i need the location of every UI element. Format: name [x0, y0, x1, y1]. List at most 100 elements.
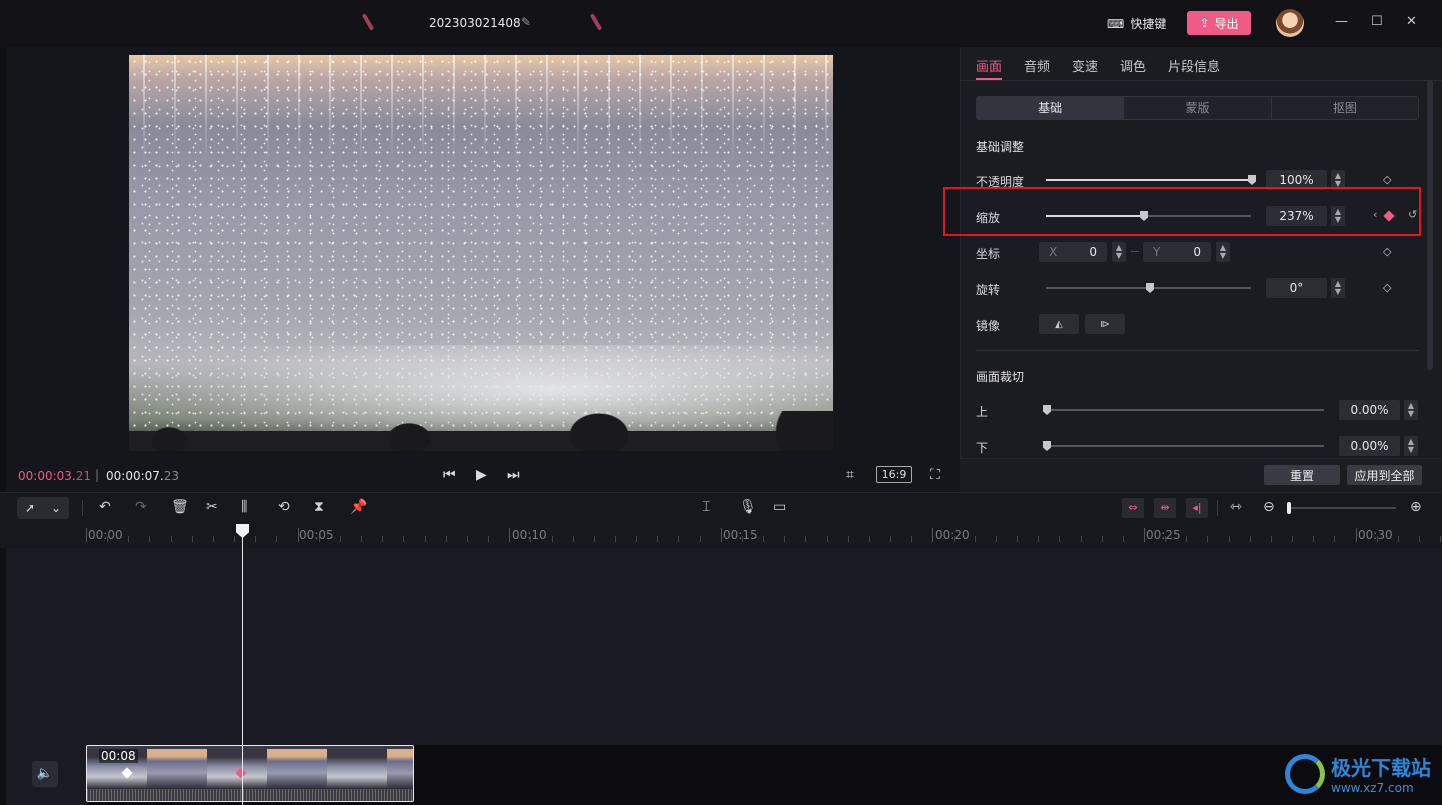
video-preview[interactable]: [129, 55, 833, 451]
close-icon[interactable]: ✕: [1406, 14, 1417, 29]
ruler-tick: [488, 536, 489, 542]
ruler-tick: [1419, 536, 1420, 542]
reset-button[interactable]: 重置: [1264, 465, 1340, 485]
flip-vertical-icon[interactable]: ⧐: [1085, 314, 1125, 334]
tab-picture[interactable]: 画面: [976, 56, 1002, 75]
watermark-url: www.xz7.com: [1331, 781, 1414, 795]
redo-icon[interactable]: ↷: [135, 499, 147, 515]
audio-link-icon[interactable]: ◂|: [1186, 498, 1208, 518]
clip-thumbnail: [147, 749, 207, 789]
keyframe-diamond-icon[interactable]: ◇: [1383, 173, 1391, 186]
rotation-stepper[interactable]: ▲ ▼: [1331, 278, 1345, 298]
minimize-icon[interactable]: —: [1335, 14, 1348, 29]
ruler-tick: [805, 536, 806, 542]
avatar[interactable]: [1276, 9, 1304, 37]
keyframe-diamond-icon[interactable]: ◇: [1383, 245, 1391, 258]
subtab-basic[interactable]: 基础: [977, 97, 1125, 119]
clip-thumbnail: [267, 749, 327, 789]
rotation-label: 旋转: [976, 283, 1001, 297]
crop-top-value[interactable]: 0.00%: [1339, 400, 1400, 420]
shortcut-button[interactable]: ⌨ 快捷键: [1107, 15, 1166, 32]
mirror-icon[interactable]: ⧗: [314, 499, 324, 515]
ruler-tick: [573, 536, 574, 542]
ruler-tick: [615, 536, 616, 542]
ruler-tick: [1123, 536, 1124, 542]
position-y-stepper[interactable]: ▲ ▼: [1216, 242, 1230, 262]
position-label: 坐标: [976, 247, 1001, 261]
delete-icon[interactable]: 🗑: [171, 499, 189, 515]
ruler-tick: [467, 536, 468, 542]
mirror-label: 镜像: [976, 319, 1001, 333]
tab-speed[interactable]: 变速: [1072, 56, 1098, 75]
tab-audio[interactable]: 音频: [1024, 56, 1050, 75]
zoom-in-icon[interactable]: ⊕: [1410, 499, 1422, 515]
position-y-field[interactable]: Y0: [1143, 242, 1211, 262]
ruler-tick: [1440, 536, 1441, 542]
edit-title-icon[interactable]: ✎: [521, 15, 531, 29]
ruler-tick: [552, 536, 553, 542]
zoom-thumb[interactable]: [1287, 502, 1291, 514]
ruler-tick: [1334, 536, 1335, 542]
next-frame-icon[interactable]: ⏭: [507, 467, 520, 483]
ruler-tick: [1398, 536, 1399, 542]
tab-color[interactable]: 调色: [1120, 56, 1146, 75]
panel-scrollbar[interactable]: [1427, 80, 1433, 370]
ruler-tick: [1144, 528, 1145, 542]
crop-top-slider[interactable]: [1046, 409, 1324, 411]
snap-link-icon[interactable]: ⇔: [1122, 498, 1144, 518]
freeze-frame-icon[interactable]: ⫼: [241, 499, 247, 515]
chevron-down-icon: ⌄: [50, 501, 62, 515]
prev-frame-icon[interactable]: ⏮: [443, 467, 456, 483]
crop-top-stepper[interactable]: ▲ ▼: [1404, 400, 1418, 420]
apply-all-button[interactable]: 应用到全部: [1347, 465, 1422, 485]
crop-bottom-value[interactable]: 0.00%: [1339, 436, 1400, 456]
position-x-stepper[interactable]: ▲ ▼: [1112, 242, 1126, 262]
maximize-icon[interactable]: ☐: [1371, 14, 1383, 29]
crop-icon[interactable]: ⌗: [846, 467, 854, 483]
position-x-field[interactable]: X0: [1039, 242, 1107, 262]
divider: [976, 350, 1419, 351]
record-camera-icon[interactable]: ▭: [773, 499, 786, 515]
ruler-tick: [128, 536, 129, 542]
split-icon[interactable]: ✂: [206, 499, 218, 515]
playhead-line[interactable]: [242, 524, 243, 805]
export-button[interactable]: ⇪ 导出: [1187, 11, 1251, 35]
flip-horizontal-icon[interactable]: ◭: [1039, 314, 1079, 334]
subtab-cutout[interactable]: 抠图: [1272, 97, 1418, 119]
shortcut-label: 快捷键: [1130, 17, 1167, 31]
zoom-slider[interactable]: [1290, 507, 1396, 509]
ruler-label: 00:30: [1358, 528, 1393, 542]
crop-bottom-stepper[interactable]: ▲ ▼: [1404, 436, 1418, 456]
opacity-fill: [1046, 179, 1251, 181]
ruler-tick: [1081, 536, 1082, 542]
mute-track-icon[interactable]: 🔈: [32, 761, 58, 787]
subtab-mask[interactable]: 蒙版: [1124, 97, 1272, 119]
fullscreen-icon[interactable]: ⛶: [930, 467, 940, 483]
ruler-tick: [361, 536, 362, 542]
ruler-tick: [255, 536, 256, 542]
keyframe-diamond-icon[interactable]: ◇: [1383, 281, 1391, 294]
play-icon[interactable]: ▶: [476, 467, 487, 483]
crop-bottom-slider[interactable]: [1046, 445, 1324, 447]
reverse-icon[interactable]: ⟲: [278, 499, 290, 515]
microphone-icon[interactable]: 🎙: [739, 499, 757, 515]
text-recognition-icon[interactable]: ⌶: [702, 499, 710, 515]
tab-clip-info[interactable]: 片段信息: [1168, 56, 1220, 75]
ruler-tick: [1292, 536, 1293, 542]
total-time: 00:00:07.23: [106, 469, 179, 483]
undo-icon[interactable]: ↶: [99, 499, 111, 515]
ruler-tick: [276, 536, 277, 542]
preview-axis-icon[interactable]: ⇹: [1154, 498, 1176, 518]
clip-thumbnail: [207, 749, 267, 789]
crop-bottom-label: 下: [976, 441, 989, 455]
pin-icon[interactable]: 📌: [350, 499, 367, 515]
fit-timeline-icon[interactable]: ⇿: [1230, 499, 1242, 515]
select-tool[interactable]: ➚ ⌄: [17, 497, 69, 519]
zoom-out-icon[interactable]: ⊖: [1263, 499, 1275, 515]
upload-icon: ⇪: [1199, 16, 1210, 30]
ruler-tick: [234, 536, 235, 542]
project-title[interactable]: 202303021408: [429, 16, 521, 30]
aspect-ratio-button[interactable]: 16:9: [876, 466, 912, 483]
clip-duration: 00:08: [99, 749, 138, 763]
rotation-value[interactable]: 0°: [1266, 278, 1327, 298]
